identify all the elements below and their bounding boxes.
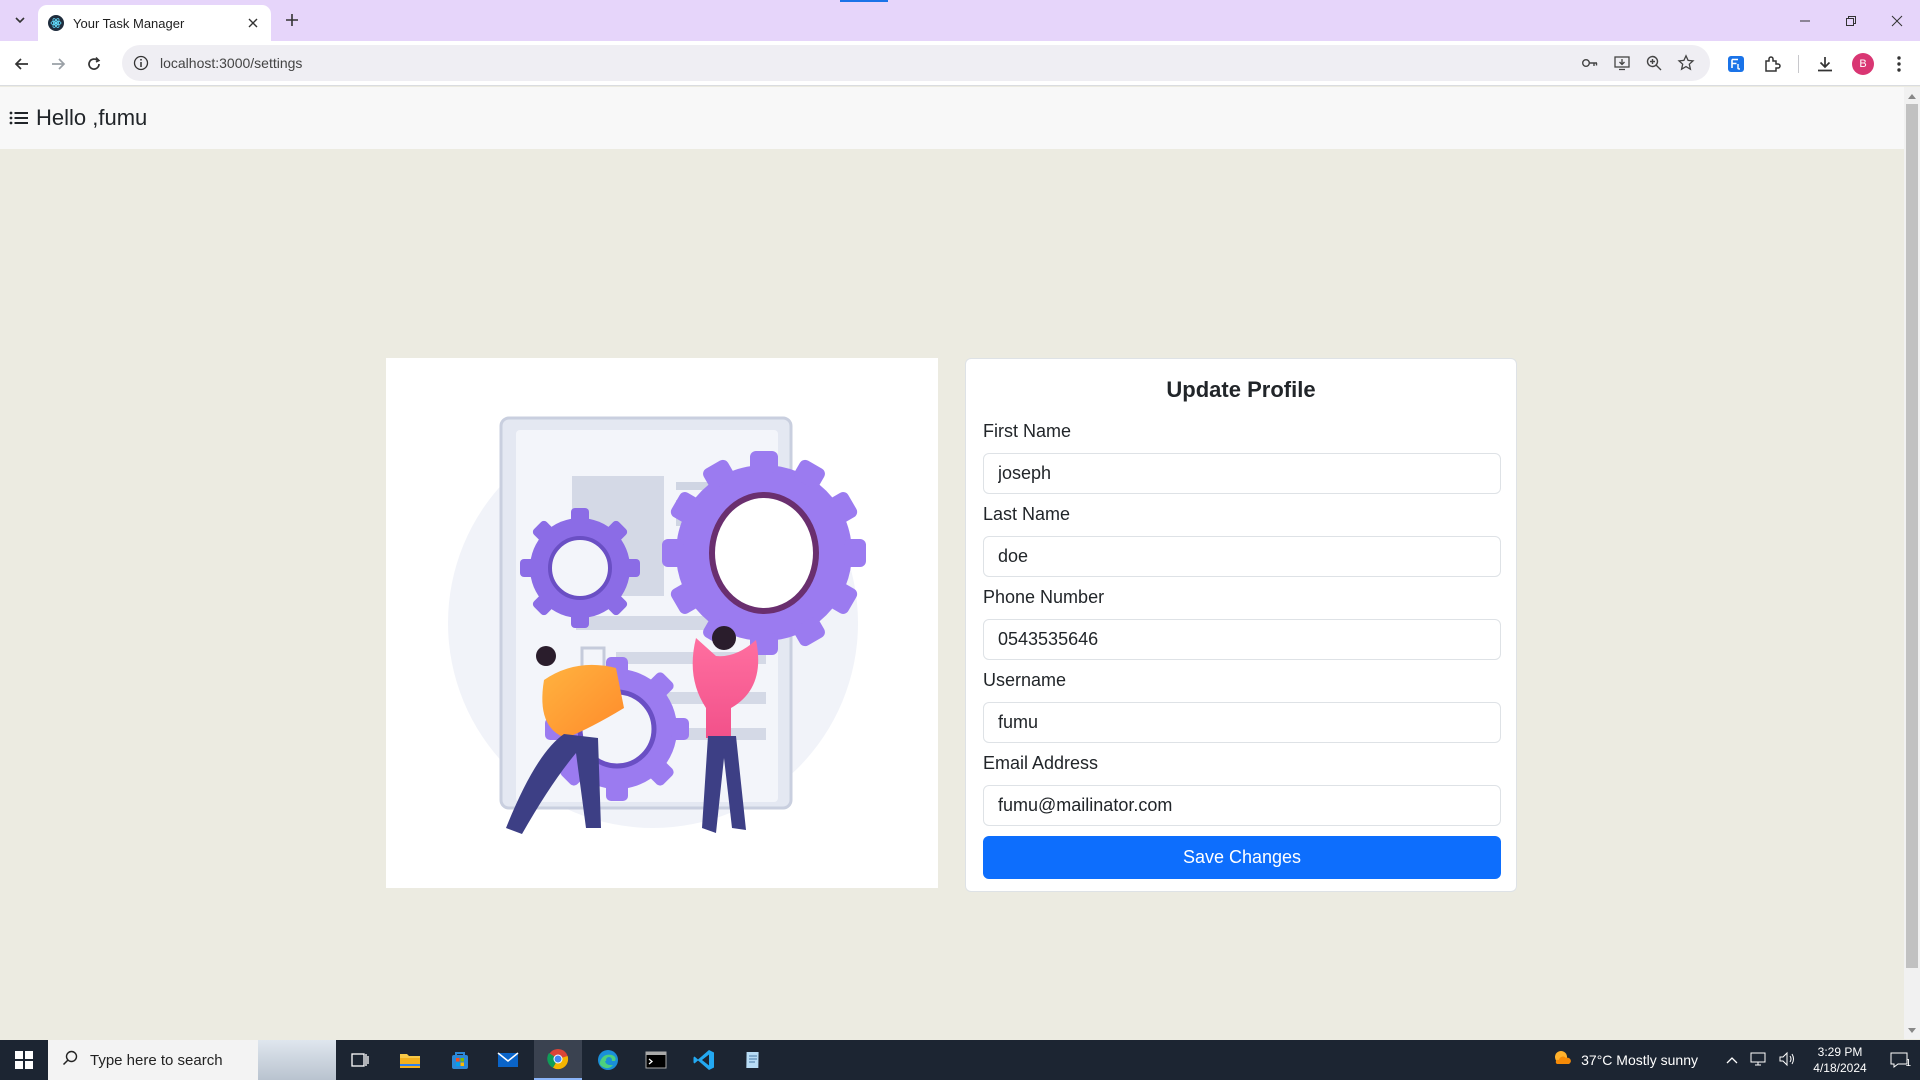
email-address-field[interactable] — [983, 785, 1501, 826]
favicon-icon — [48, 15, 64, 31]
email-address-label: Email Address — [983, 753, 1099, 773]
first-name-field[interactable] — [983, 453, 1501, 494]
forward-icon[interactable] — [44, 50, 72, 78]
network-icon[interactable] — [1750, 1051, 1768, 1070]
volume-icon[interactable] — [1778, 1051, 1796, 1070]
system-tray: 37°C Mostly sunny 3:29 PM 4/18/2024 1 — [1551, 1040, 1920, 1080]
vscode-icon[interactable] — [680, 1040, 728, 1080]
weather-text[interactable]: 37°C Mostly sunny — [1581, 1052, 1698, 1068]
notepad-icon[interactable] — [729, 1040, 777, 1080]
phone-number-label: Phone Number — [983, 587, 1105, 607]
browser-tab[interactable]: Your Task Manager — [38, 5, 271, 41]
zoom-icon[interactable] — [1644, 53, 1664, 73]
browser-tab-bar: Your Task Manager — [0, 0, 1920, 41]
search-highlight-image — [258, 1040, 336, 1080]
clock-date: 4/18/2024 — [1813, 1061, 1867, 1075]
mail-icon[interactable] — [484, 1040, 532, 1080]
download-icon[interactable] — [1812, 51, 1838, 77]
chevron-up-icon[interactable] — [1726, 1052, 1738, 1068]
bookmark-star-icon[interactable] — [1676, 53, 1696, 73]
weather-icon[interactable] — [1551, 1048, 1573, 1073]
extension-icon[interactable] — [1723, 51, 1749, 77]
store-icon[interactable] — [436, 1040, 484, 1080]
taskbar-search[interactable]: Type here to search — [48, 1040, 336, 1080]
puzzle-icon[interactable] — [1759, 51, 1785, 77]
reload-icon[interactable] — [80, 50, 108, 78]
windows-start-icon[interactable] — [0, 1040, 48, 1080]
app-header: Hello ,fumu — [0, 87, 1904, 149]
close-window-icon[interactable] — [1874, 0, 1920, 41]
window-controls — [1782, 0, 1920, 41]
loading-indicator — [840, 0, 888, 2]
terminal-icon[interactable] — [632, 1040, 680, 1080]
address-bar[interactable]: localhost:3000/settings — [122, 45, 1710, 81]
more-menu-icon[interactable] — [1886, 51, 1912, 77]
edge-icon[interactable] — [584, 1040, 632, 1080]
password-key-icon[interactable] — [1580, 53, 1600, 73]
settings-illustration — [386, 358, 938, 888]
hamburger-menu-icon[interactable] — [9, 108, 29, 128]
scroll-up-arrow[interactable] — [1904, 88, 1920, 104]
new-tab-icon[interactable] — [280, 8, 304, 32]
search-icon — [62, 1050, 78, 1071]
profile-avatar[interactable]: B — [1852, 53, 1874, 75]
scrollbar-thumb[interactable] — [1906, 104, 1918, 968]
taskbar: Type here to search 37°C Mostly sunny 3:… — [0, 1040, 1920, 1080]
scroll-down-arrow[interactable] — [1904, 1023, 1920, 1039]
task-view-icon[interactable] — [336, 1040, 384, 1080]
tab-list-icon[interactable] — [6, 8, 34, 32]
minimize-icon[interactable] — [1782, 0, 1828, 41]
last-name-field[interactable] — [983, 536, 1501, 577]
back-icon[interactable] — [8, 50, 36, 78]
last-name-label: Last Name — [983, 504, 1071, 524]
phone-number-field[interactable] — [983, 619, 1501, 660]
chrome-icon[interactable] — [534, 1040, 582, 1080]
search-placeholder: Type here to search — [90, 1051, 223, 1069]
username-label: Username — [983, 670, 1067, 690]
browser-toolbar: localhost:3000/settings B — [0, 41, 1920, 86]
toolbar-separator — [1798, 55, 1799, 73]
file-explorer-icon[interactable] — [386, 1040, 434, 1080]
close-icon[interactable] — [245, 15, 261, 31]
install-icon[interactable] — [1612, 53, 1632, 73]
url-text: localhost:3000/settings — [160, 55, 303, 71]
first-name-label: First Name — [983, 421, 1072, 441]
update-profile-card: Update Profile First Name Last Name Phon… — [965, 358, 1517, 892]
tab-title: Your Task Manager — [73, 15, 185, 31]
taskbar-clock[interactable]: 3:29 PM 4/18/2024 — [1802, 1044, 1878, 1076]
notification-icon[interactable]: 1 — [1878, 1052, 1920, 1069]
restore-icon[interactable] — [1828, 0, 1874, 41]
username-field[interactable] — [983, 702, 1501, 743]
save-changes-button[interactable]: Save Changes — [983, 836, 1501, 879]
site-info-icon[interactable] — [132, 54, 150, 72]
form-title: Update Profile — [1166, 377, 1316, 402]
notification-count: 1 — [1905, 1058, 1911, 1069]
clock-time: 3:29 PM — [1817, 1045, 1863, 1059]
greeting: Hello ,fumu — [36, 105, 148, 130]
